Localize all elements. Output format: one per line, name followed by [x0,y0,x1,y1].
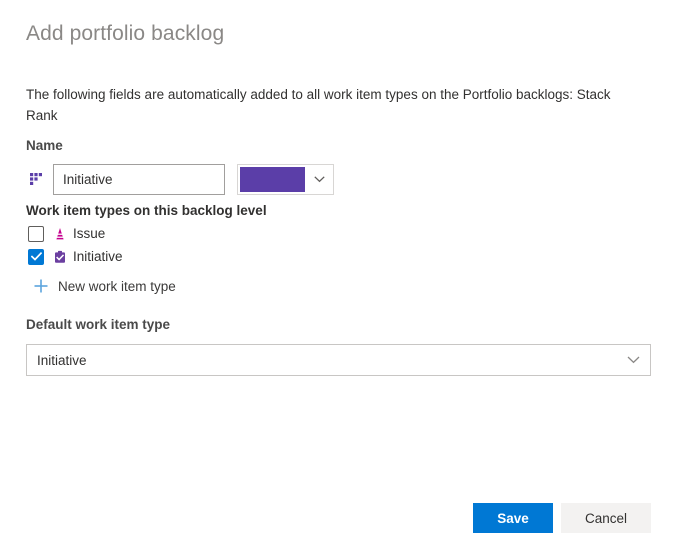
work-item-type-row-issue[interactable]: Issue [28,222,123,245]
checkbox-initiative[interactable] [28,248,44,265]
work-item-types-label: Work item types on this backlog level [26,203,267,218]
work-item-types-list: Issue Initiative [28,222,123,268]
new-work-item-type-label: New work item type [58,278,176,294]
color-swatch [240,167,305,192]
dialog-footer: Save Cancel [0,503,680,533]
default-work-item-type-label: Default work item type [26,317,171,332]
page-title: Add portfolio backlog [26,22,225,45]
default-work-item-type-value: Initiative [37,352,87,368]
cancel-button[interactable]: Cancel [561,503,651,533]
dialog-description: The following fields are automatically a… [26,87,611,123]
work-item-type-row-initiative[interactable]: Initiative [28,245,123,268]
initiative-clipboard-icon [52,249,68,265]
name-label: Name [26,138,63,153]
drag-handle-icon[interactable] [26,170,46,190]
issue-cone-icon [52,226,68,242]
new-work-item-type-button[interactable]: New work item type [32,275,176,297]
chevron-down-icon [616,356,650,364]
chevron-down-icon [305,165,333,194]
name-input[interactable] [53,164,225,195]
work-item-type-name: Initiative [73,249,123,264]
work-item-type-name: Issue [73,226,106,241]
save-button[interactable]: Save [473,503,553,533]
default-work-item-type-select[interactable]: Initiative [26,344,651,376]
name-row [26,163,334,196]
plus-icon [32,277,50,295]
add-portfolio-backlog-dialog: Add portfolio backlog The following fiel… [0,0,680,555]
color-picker-button[interactable] [237,164,334,195]
checkbox-issue[interactable] [28,225,44,242]
